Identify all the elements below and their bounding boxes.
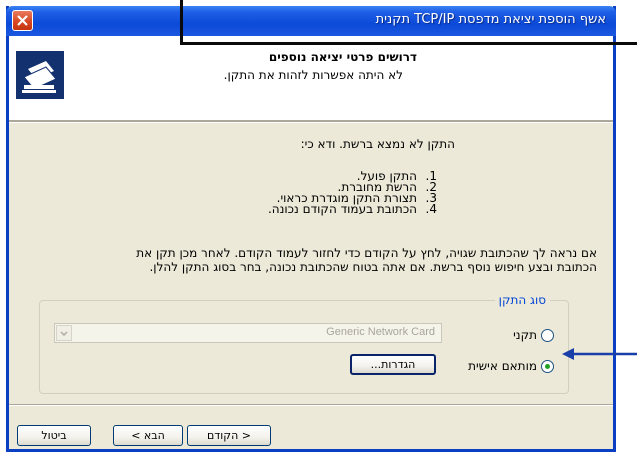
list-item-number: 4. [425, 202, 437, 216]
cancel-button[interactable]: ביטול [17, 425, 91, 446]
wizard-header: דרושים פרטי יציאה נוספים לא היתה אפשרות … [9, 36, 613, 120]
callout-line-vertical [180, 0, 183, 44]
wizard-window: אשף הוספת יציאת מדפסת TCP/IP תקנית דרושי… [6, 6, 616, 452]
next-button[interactable]: הבא > [113, 425, 183, 446]
checklist: 1. התקן פועל. 2. הרשת מחוברת. 3. תצורת ה… [267, 170, 437, 216]
instructions-line-1: אם נראה לך שהכתובת שגויה, לחץ על הקודם כ… [136, 246, 597, 260]
device-type-legend: סוג התקן [494, 293, 550, 307]
custom-radio-label: מותאם אישית [468, 359, 537, 373]
title-bar[interactable]: אשף הוספת יציאת מדפסת TCP/IP תקנית [6, 6, 616, 36]
callout-line-horizontal [180, 42, 637, 45]
settings-button[interactable]: הגדרות... [350, 354, 436, 375]
standard-radio-label: תקני [513, 328, 537, 342]
screenshot-stage: אשף הוספת יציאת מדפסת TCP/IP תקנית דרושי… [0, 0, 637, 458]
custom-radio-row[interactable]: מותאם אישית [468, 359, 554, 373]
device-type-group: סוג התקן Generic Network Card תקני מותאם… [39, 293, 569, 394]
header-divider [9, 120, 613, 123]
chevron-down-icon[interactable] [56, 325, 72, 341]
instructions-line-2: הכתובת ובצע חיפוש נוסף ברשת. אם אתה בטוח… [149, 260, 597, 274]
intro-text: התקן לא נמצא ברשת. ודא כי: [300, 137, 455, 151]
printer-icon [16, 51, 64, 99]
window-title: אשף הוספת יציאת מדפסת TCP/IP תקנית [375, 12, 606, 27]
back-button[interactable]: < הקודם [187, 425, 271, 446]
list-item: 4. הכתובת בעמוד הקודם נכונה. [267, 202, 437, 216]
header-title: דרושים פרטי יציאה נוספים [268, 50, 417, 64]
standard-radio[interactable] [541, 328, 554, 342]
close-icon[interactable] [12, 10, 33, 31]
standard-device-select[interactable]: Generic Network Card [54, 323, 442, 343]
footer-divider [9, 404, 613, 406]
standard-radio-row[interactable]: תקני [513, 328, 554, 342]
header-subtitle: לא היתה אפשרות לזהות את התקן. [223, 68, 403, 82]
list-item-text: הכתובת בעמוד הקודם נכונה. [267, 202, 417, 216]
callout-arrow-icon [562, 348, 637, 360]
custom-radio[interactable] [541, 359, 554, 373]
standard-device-value: Generic Network Card [326, 326, 435, 338]
